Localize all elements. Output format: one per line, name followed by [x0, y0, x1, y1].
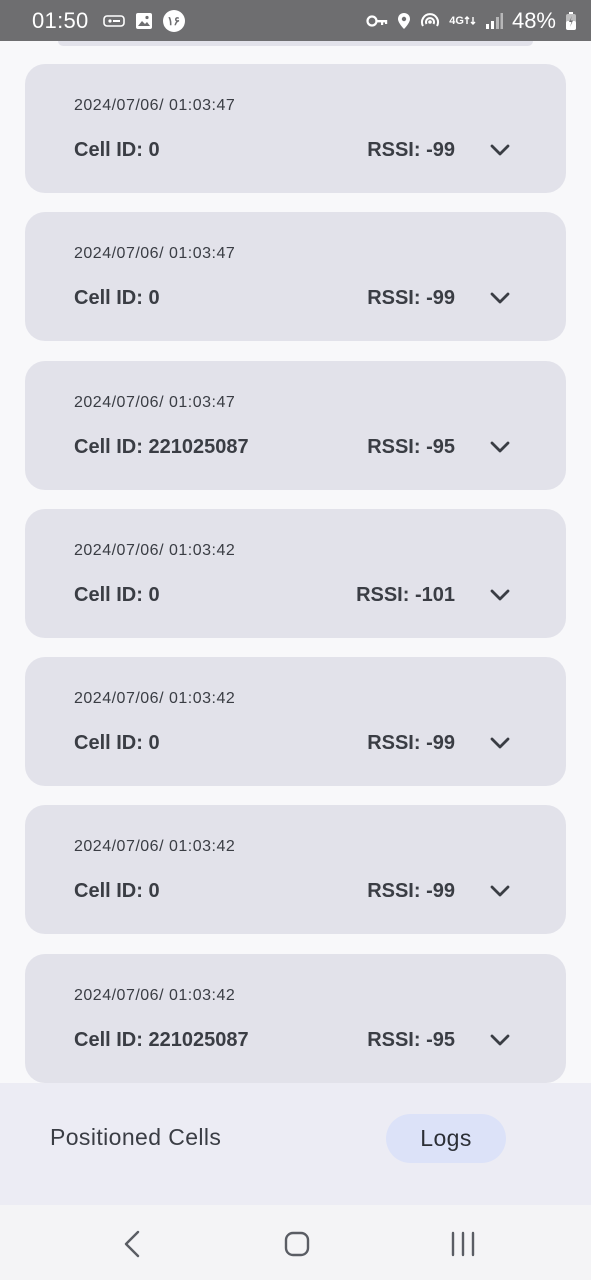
- log-rssi: RSSI: -99: [367, 287, 455, 310]
- log-list[interactable]: 2024/07/06/ 01:03:47 Cell ID: 0 RSSI: -9…: [25, 64, 566, 1102]
- log-cell-id: Cell ID: 221025087: [74, 435, 249, 458]
- log-cell-id: Cell ID: 221025087: [74, 1028, 249, 1051]
- log-card[interactable]: 2024/07/06/ 01:03:42 Cell ID: 221025087 …: [25, 953, 566, 1083]
- status-bar: 01:50 ۱۶ 4G 48%: [0, 0, 591, 41]
- previous-card-edge: [58, 41, 533, 46]
- home-button[interactable]: [283, 1229, 311, 1259]
- home-icon: [284, 1231, 310, 1257]
- tab-logs-label: Logs: [420, 1125, 472, 1151]
- chevron-down-icon[interactable]: [490, 587, 510, 603]
- chevron-down-icon[interactable]: [490, 735, 510, 751]
- hotspot-icon: [420, 12, 440, 30]
- status-time: 01:50: [32, 7, 89, 33]
- log-rssi: RSSI: -99: [367, 139, 455, 161]
- battery-percent: 48%: [511, 7, 556, 33]
- log-timestamp: 2024/07/06/ 01:03:42: [74, 986, 236, 1004]
- tab-logs[interactable]: Logs: [386, 1114, 506, 1163]
- log-timestamp: 2024/07/06/ 01:03:47: [74, 97, 236, 114]
- log-rssi: RSSI: -99: [367, 732, 455, 755]
- log-cell-id: Cell ID: 0: [74, 583, 160, 606]
- log-rssi: RSSI: -95: [367, 435, 455, 458]
- log-cell-id: Cell ID: 0: [74, 732, 160, 755]
- recents-icon: [451, 1231, 475, 1257]
- log-cell-id: Cell ID: 0: [74, 880, 160, 903]
- log-timestamp: 2024/07/06/ 01:03:47: [74, 393, 236, 411]
- back-button[interactable]: [118, 1229, 146, 1259]
- image-icon: [135, 12, 153, 30]
- chevron-down-icon[interactable]: [490, 439, 510, 455]
- tab-positioned-cells[interactable]: Positioned Cells: [50, 1124, 221, 1151]
- log-timestamp: 2024/07/06/ 01:03:47: [74, 245, 236, 263]
- log-card[interactable]: 2024/07/06/ 01:03:47 Cell ID: 0 RSSI: -9…: [25, 212, 566, 342]
- location-pin-icon: [397, 12, 411, 30]
- back-icon: [124, 1230, 140, 1258]
- log-cell-id: Cell ID: 0: [74, 287, 160, 310]
- log-rssi: RSSI: -101: [356, 583, 455, 606]
- log-cell-id: Cell ID: 0: [74, 139, 160, 161]
- network-type-text: 4G: [449, 14, 464, 27]
- recents-button[interactable]: [448, 1229, 478, 1259]
- bottom-navigation: Positioned Cells Logs: [0, 1083, 591, 1205]
- log-rssi: RSSI: -99: [367, 880, 455, 903]
- log-rssi: RSSI: -95: [367, 1028, 455, 1051]
- chevron-down-icon[interactable]: [490, 142, 510, 158]
- chevron-down-icon[interactable]: [490, 290, 510, 306]
- log-card[interactable]: 2024/07/06/ 01:03:42 Cell ID: 0 RSSI: -9…: [25, 805, 566, 935]
- log-timestamp: 2024/07/06/ 01:03:42: [74, 838, 236, 856]
- notification-badge-icon: ۱۶: [162, 9, 185, 32]
- log-card[interactable]: 2024/07/06/ 01:03:42 Cell ID: 0 RSSI: -1…: [25, 508, 566, 638]
- log-card[interactable]: 2024/07/06/ 01:03:47 Cell ID: 221025087 …: [25, 360, 566, 490]
- vpn-key-icon: [102, 14, 125, 28]
- log-card[interactable]: 2024/07/06/ 01:03:42 Cell ID: 0 RSSI: -9…: [25, 657, 566, 787]
- chevron-down-icon[interactable]: [490, 883, 510, 899]
- network-type-label: 4G: [449, 14, 476, 27]
- log-timestamp: 2024/07/06/ 01:03:42: [74, 541, 236, 559]
- system-navigation-bar: [0, 1205, 591, 1280]
- log-card[interactable]: 2024/07/06/ 01:03:47 Cell ID: 0 RSSI: -9…: [25, 64, 566, 193]
- chevron-down-icon[interactable]: [490, 1032, 510, 1048]
- battery-icon: [565, 11, 577, 31]
- log-timestamp: 2024/07/06/ 01:03:42: [74, 690, 236, 708]
- signal-icon: [485, 12, 503, 30]
- key-icon: [366, 14, 388, 28]
